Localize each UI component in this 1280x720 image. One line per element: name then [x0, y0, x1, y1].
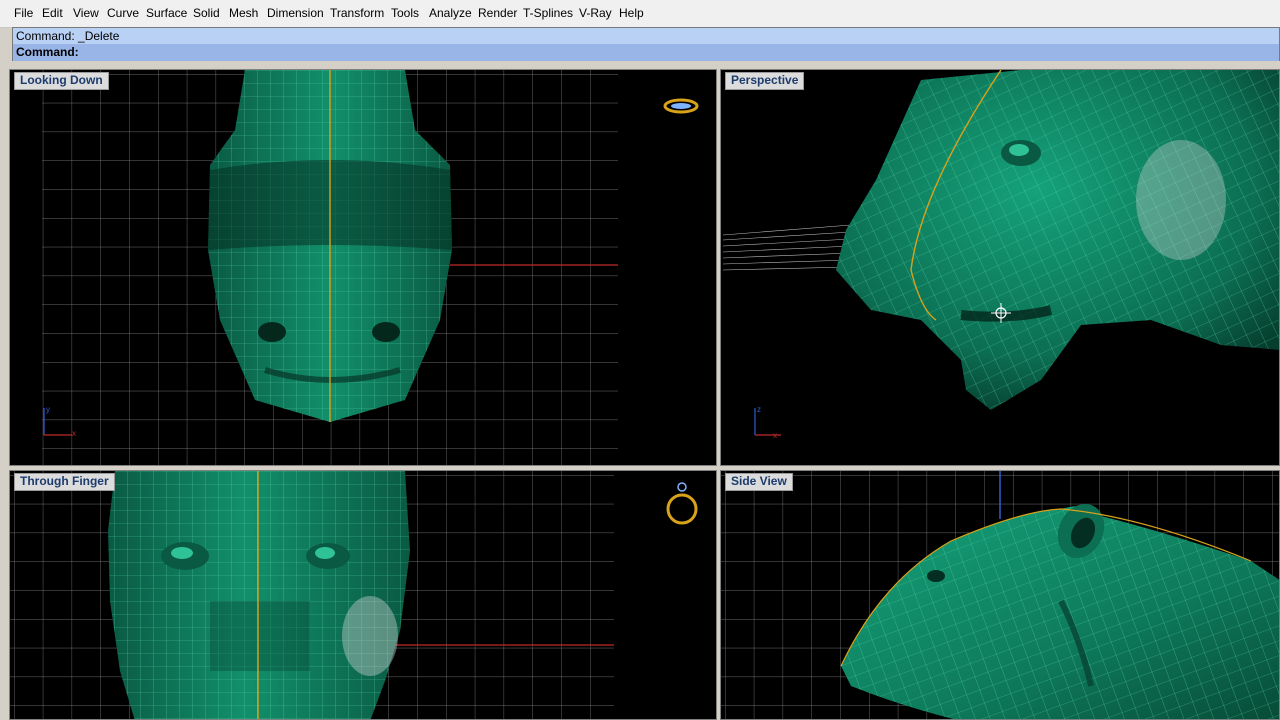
menu-vray[interactable]: V-Ray	[579, 6, 612, 20]
command-history: Command: _Delete	[13, 28, 1279, 44]
command-prompt: Command:	[16, 45, 79, 59]
svg-text:x: x	[773, 431, 777, 440]
command-area: Command: _Delete Command:	[12, 27, 1280, 61]
panther-head-perspective	[836, 70, 1279, 410]
axis-icon-perspective: z x	[754, 405, 781, 440]
viewport-looking-down[interactable]: y x Looking Down	[9, 69, 717, 466]
menu-tsplines[interactable]: T-Splines	[523, 6, 573, 20]
menu-file[interactable]: File	[14, 6, 33, 20]
menu-mesh[interactable]: Mesh	[229, 6, 258, 20]
menu-render[interactable]: Render	[478, 6, 517, 20]
menu-surface[interactable]: Surface	[146, 6, 187, 20]
menu-tools[interactable]: Tools	[391, 6, 419, 20]
viewport-label-side-view[interactable]: Side View	[725, 473, 793, 491]
command-line[interactable]: Command:	[13, 44, 1279, 61]
perspective-grid	[722, 224, 852, 271]
menu-edit[interactable]: Edit	[42, 6, 63, 20]
menu-bar: File Edit View Curve Surface Solid Mesh …	[0, 0, 1280, 28]
command-input[interactable]	[82, 46, 1182, 59]
menu-transform[interactable]: Transform	[330, 6, 384, 20]
ring-oval-icon	[663, 98, 699, 114]
menu-dimension[interactable]: Dimension	[267, 6, 324, 20]
viewport-side-view[interactable]: Side View	[720, 470, 1280, 720]
viewport-side-view-canvas	[721, 471, 1279, 719]
viewport-looking-down-canvas: y x	[42, 70, 699, 465]
svg-text:z: z	[757, 405, 761, 414]
viewport-perspective[interactable]: z x Perspective	[720, 69, 1280, 466]
viewport-label-looking-down[interactable]: Looking Down	[14, 72, 109, 90]
menu-view[interactable]: View	[73, 6, 99, 20]
viewport-through-finger-canvas	[10, 471, 698, 719]
svg-text:y: y	[46, 405, 50, 414]
viewport-label-through-finger[interactable]: Through Finger	[14, 473, 115, 491]
menu-curve[interactable]: Curve	[107, 6, 139, 20]
menu-analyze[interactable]: Analyze	[429, 6, 472, 20]
ring-icon	[666, 482, 698, 525]
svg-text:x: x	[72, 429, 76, 438]
viewport-perspective-canvas: z x	[722, 70, 1279, 440]
menu-help[interactable]: Help	[619, 6, 644, 20]
viewport-label-perspective[interactable]: Perspective	[725, 72, 805, 90]
viewport-through-finger[interactable]: Through Finger	[9, 470, 717, 720]
menu-solid[interactable]: Solid	[193, 6, 220, 20]
panther-head-front	[108, 471, 410, 719]
